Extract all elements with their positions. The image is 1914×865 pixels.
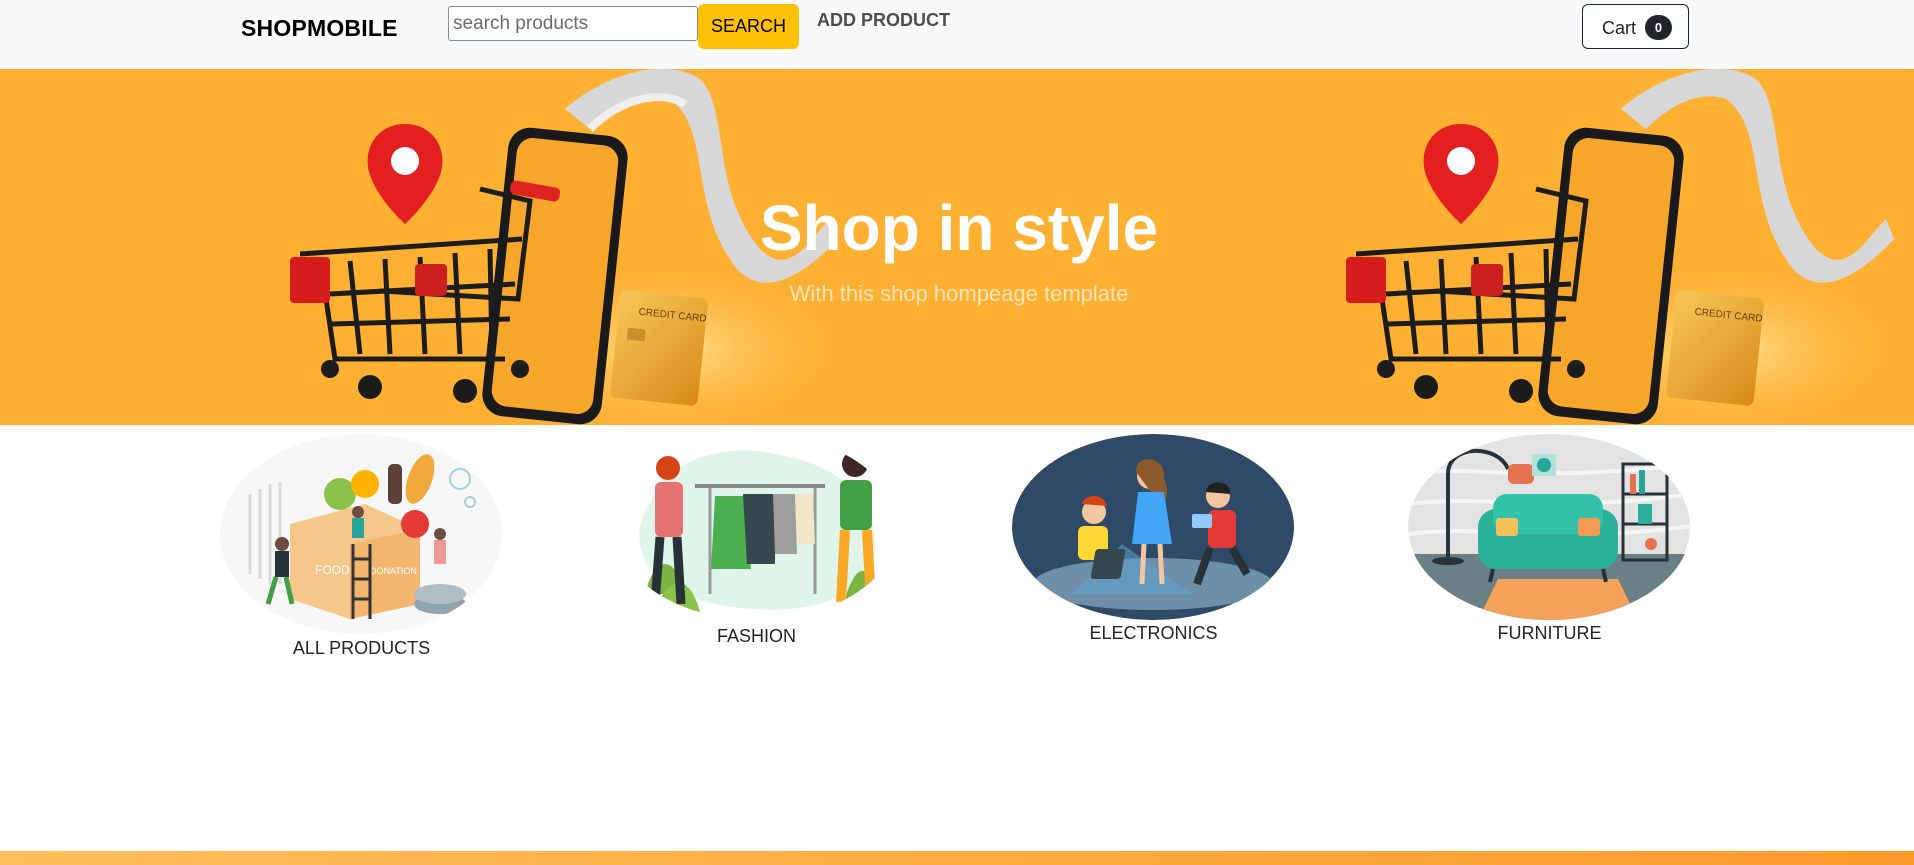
- brand-logo[interactable]: SHOPMOBILE: [241, 15, 398, 42]
- hero-title: Shop in style: [759, 192, 1159, 264]
- category-fashion[interactable]: FASHION: [615, 434, 898, 654]
- furniture-icon: [1408, 434, 1691, 620]
- cart-button[interactable]: Cart 0: [1582, 4, 1689, 49]
- category-electronics[interactable]: ELECTRONICS: [1012, 434, 1295, 654]
- cart-label: Cart: [1602, 18, 1637, 38]
- fashion-icon: [615, 434, 897, 620]
- box-text-food: FOOD: [315, 563, 350, 577]
- category-label: ELECTRONICS: [1089, 623, 1218, 643]
- category-label: ALL PRODUCTS: [292, 638, 431, 658]
- food-donation-icon: FOOD DONATION: [220, 434, 502, 634]
- search-input[interactable]: [448, 6, 698, 41]
- hero-subtitle: With this shop hompeage template: [789, 281, 1129, 306]
- category-label: FASHION: [716, 626, 796, 646]
- category-label: FURNITURE: [1497, 623, 1602, 643]
- electronics-icon: [1012, 434, 1294, 620]
- box-text-donation: DONATION: [370, 566, 417, 576]
- cart-count-badge: 0: [1645, 15, 1672, 40]
- hero-banner: CREDIT CARD CREDIT CARD Shop in style Wi…: [0, 69, 1914, 425]
- category-furniture[interactable]: FURNITURE: [1408, 434, 1691, 654]
- add-product-link[interactable]: ADD PRODUCT: [817, 10, 950, 31]
- search-button[interactable]: SEARCH: [698, 4, 799, 49]
- navbar: SHOPMOBILE SEARCH ADD PRODUCT Cart 0: [0, 0, 1914, 69]
- category-all-products[interactable]: FOOD DONATION ALL PRODUCTS: [220, 434, 503, 664]
- footer-accent-bar: [0, 851, 1914, 865]
